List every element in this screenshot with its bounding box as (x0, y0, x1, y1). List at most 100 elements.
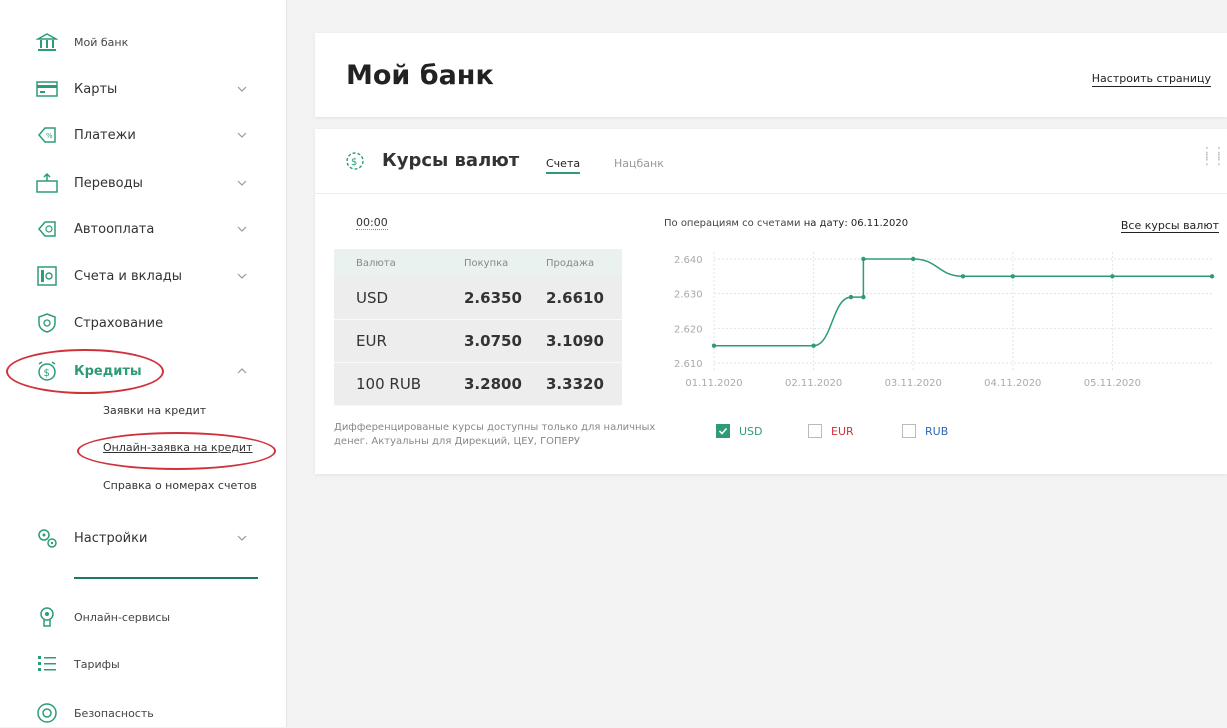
rates-title: Курсы валют (382, 150, 520, 171)
currency-exchange-icon: $ (345, 151, 365, 175)
operations-date: на дату: 06.11.2020 (803, 218, 909, 229)
legend-rub[interactable]: RUB (902, 424, 948, 438)
buy-cell: 2.6350 (464, 289, 522, 307)
sidebar-item-accounts[interactable]: Счета и вклады (0, 261, 286, 291)
sidebar-item-settings[interactable]: Настройки (0, 523, 286, 553)
tab-accounts[interactable]: Счета (546, 157, 581, 174)
card-icon (36, 78, 58, 100)
sidebar-item-insurance[interactable]: Страхование (0, 308, 286, 338)
y-tick-label: 2.610 (674, 359, 703, 370)
sidebar-item-autopay[interactable]: Автооплата (0, 214, 286, 244)
transfer-icon (36, 172, 58, 194)
data-point (848, 294, 854, 300)
table-row: EUR 3.0750 3.1090 (334, 320, 622, 363)
usd-checkbox[interactable] (716, 424, 730, 438)
all-rates-link[interactable]: Все курсы валют (1120, 219, 1219, 233)
x-tick-label: 05.11.2020 (1084, 378, 1141, 389)
column-header-buy: Покупка (464, 257, 509, 269)
sidebar-item-label: Безопасность (74, 706, 154, 720)
data-point (861, 294, 866, 300)
sidebar-item-label: Кредиты (74, 363, 142, 379)
x-tick-label: 03.11.2020 (885, 378, 942, 389)
page-title: Мой банк (346, 60, 494, 91)
sidebar-item-label: Настройки (74, 530, 148, 546)
data-point (960, 274, 966, 279)
sidebar-item-tariffs[interactable]: Тарифы (0, 649, 286, 679)
tab-national-bank[interactable]: Нацбанк (614, 157, 664, 170)
buy-cell: 3.2800 (464, 375, 522, 393)
chevron-down-icon[interactable] (236, 532, 248, 544)
drag-handle-icon[interactable]: ⋮⋮ ⋮⋮ (1200, 146, 1226, 167)
sidebar-item-my-bank[interactable]: Мой банк (0, 27, 286, 57)
sidebar-subitem-credit-applications[interactable]: Заявки на кредит (103, 404, 206, 417)
rates-table: Валюта Покупка Продажа USD 2.6350 2.6610… (334, 249, 622, 406)
operations-date-label: По операциям со счетами на дату: 06.11.2… (664, 218, 908, 229)
data-point (1110, 274, 1115, 279)
sidebar-item-label: Счета и вклады (74, 268, 183, 284)
column-header-sell: Продажа (546, 257, 595, 269)
currency-cell: 100 RUB (356, 375, 422, 393)
sidebar-divider (74, 577, 258, 579)
chevron-down-icon[interactable] (236, 223, 248, 235)
legend-label: EUR (831, 424, 854, 438)
legend-usd[interactable]: USD (716, 424, 763, 438)
table-header: Валюта Покупка Продажа (334, 249, 622, 277)
sidebar-subitem-online-credit-application[interactable]: Онлайн-заявка на кредит (103, 441, 253, 454)
x-tick-label: 04.11.2020 (984, 378, 1041, 389)
data-point (811, 343, 816, 348)
sidebar-subitem-account-numbers-certificate[interactable]: Справка о номерах счетов (103, 479, 257, 492)
sidebar-item-label: Мой банк (74, 35, 129, 49)
sidebar-item-payments[interactable]: % Платежи (0, 120, 286, 150)
sidebar-item-label: Онлайн-сервисы (74, 610, 171, 624)
sidebar-item-transfers[interactable]: Переводы (0, 168, 286, 198)
chevron-down-icon[interactable] (236, 129, 248, 141)
customize-page-link[interactable]: Настроить страницу (1091, 72, 1211, 87)
checkmark-icon (718, 427, 728, 435)
data-point (1209, 274, 1215, 279)
alarm-clock-money-icon: $ (36, 360, 58, 382)
sidebar-item-security[interactable]: Безопасность (0, 698, 286, 728)
eur-checkbox[interactable] (808, 424, 822, 438)
accounts-icon (36, 265, 58, 287)
sidebar-item-label: Переводы (74, 175, 143, 191)
sidebar-item-label: Тарифы (74, 657, 120, 671)
column-header-currency: Валюта (356, 257, 396, 269)
tariffs-list-icon (36, 653, 58, 675)
sell-cell: 2.6610 (546, 289, 604, 307)
sidebar-item-cards[interactable]: Карты (0, 74, 286, 104)
sidebar-item-label: Платежи (74, 127, 136, 143)
chevron-down-icon[interactable] (236, 177, 248, 189)
chevron-down-icon[interactable] (236, 270, 248, 282)
data-point (861, 256, 866, 262)
online-services-icon (36, 606, 58, 628)
bank-icon (36, 31, 58, 53)
autopay-icon (36, 218, 58, 240)
legend-eur[interactable]: EUR (808, 424, 854, 438)
time-selector[interactable]: 00:00 (356, 216, 388, 230)
sidebar-item-credits[interactable]: $ Кредиты (0, 356, 286, 386)
shield-icon (36, 312, 58, 334)
svg-text:$: $ (44, 368, 50, 379)
gears-icon (36, 527, 58, 549)
y-tick-label: 2.630 (674, 290, 703, 301)
payment-tag-icon: % (36, 124, 58, 146)
svg-text:$: $ (351, 157, 357, 168)
data-point (911, 256, 916, 262)
sidebar-item-online-services[interactable]: Онлайн-сервисы (0, 602, 286, 632)
sidebar-item-label: Карты (74, 81, 118, 97)
rub-checkbox[interactable] (902, 424, 916, 438)
data-point (1010, 274, 1015, 279)
x-tick-label: 02.11.2020 (785, 378, 842, 389)
sell-cell: 3.3320 (546, 375, 604, 393)
svg-text:%: % (46, 132, 53, 140)
sidebar-item-label: Страхование (74, 315, 164, 331)
sidebar-item-label: Автооплата (74, 221, 155, 237)
y-tick-label: 2.620 (674, 324, 703, 335)
legend-label: RUB (925, 424, 949, 438)
operations-prefix: По операциям со счетами (664, 218, 801, 229)
buy-cell: 3.0750 (464, 332, 522, 350)
chevron-down-icon[interactable] (236, 83, 248, 95)
legend-label: USD (739, 424, 763, 438)
chevron-up-icon[interactable] (236, 365, 248, 377)
rates-card-divider (315, 193, 1227, 194)
